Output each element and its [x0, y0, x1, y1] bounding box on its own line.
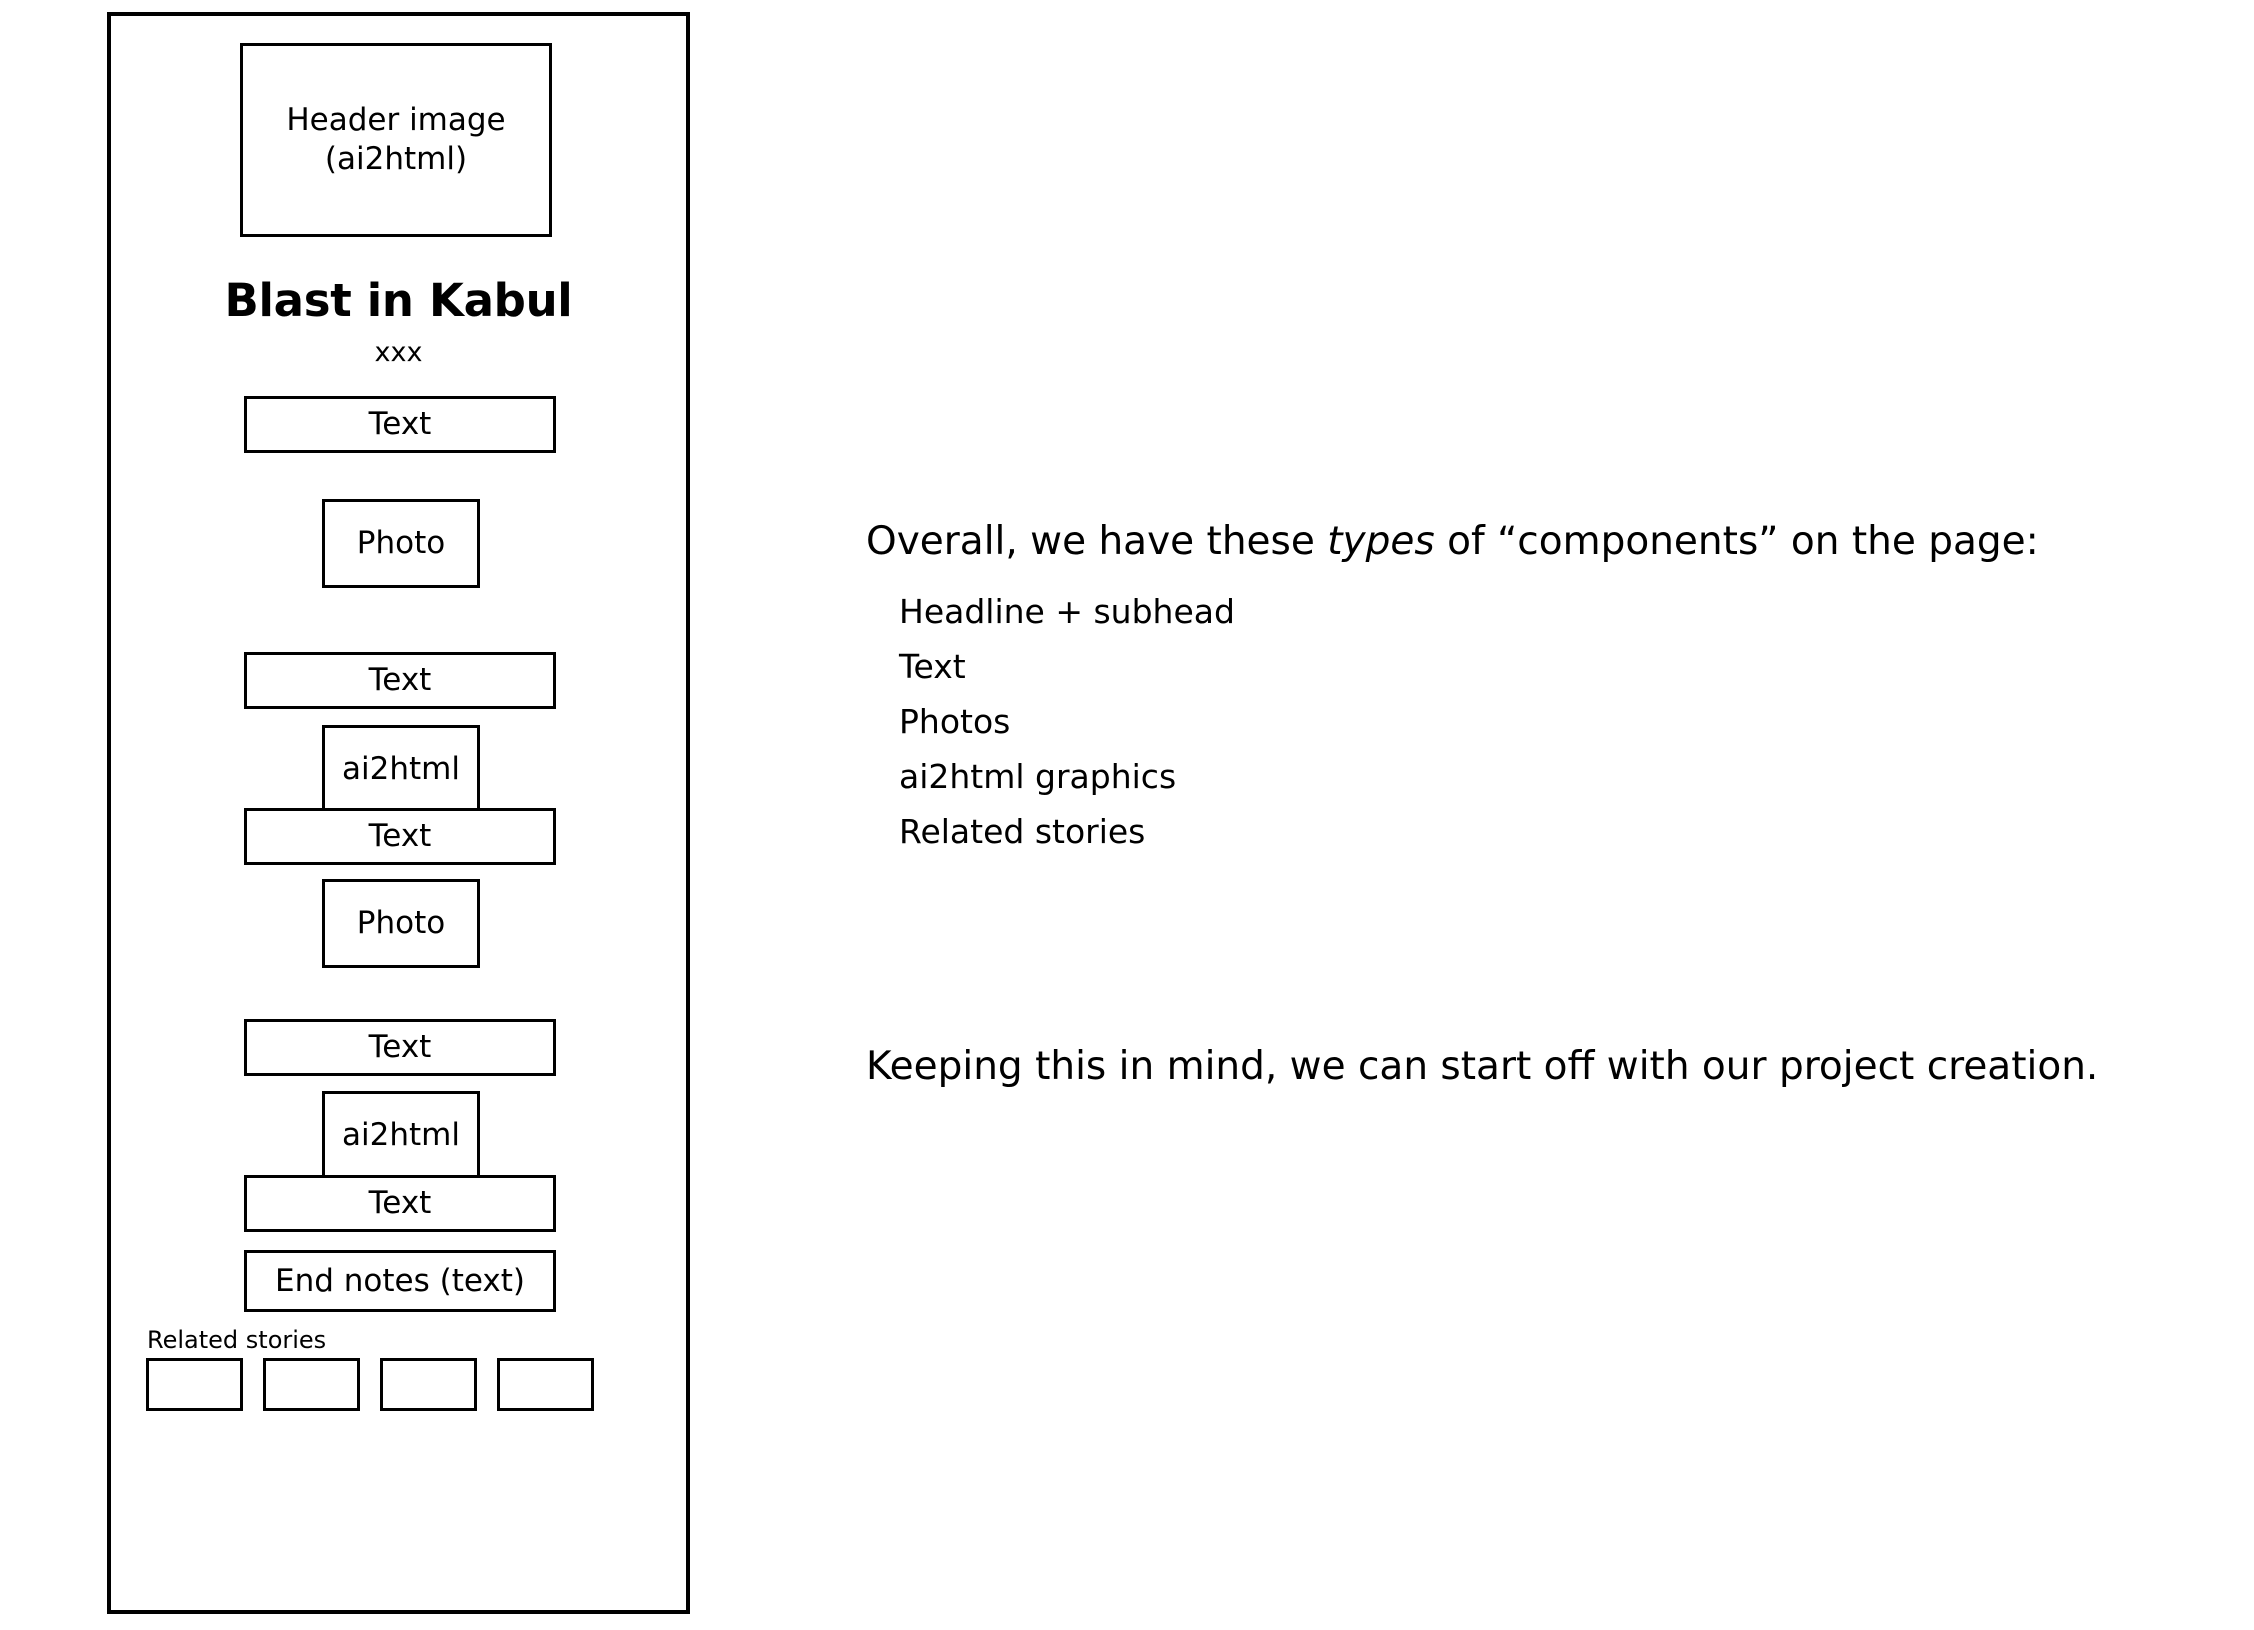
page-mockup-frame: Header image (ai2html) Blast in Kabul xx… [107, 12, 690, 1614]
notes-intro-part2: of “components” on the page: [1434, 519, 2039, 564]
text-block-placeholder: Text [244, 396, 556, 453]
notes-panel: Overall, we have these types of “compone… [866, 519, 2166, 870]
photo-placeholder: Photo [322, 499, 480, 588]
list-item: Headline + subhead [899, 591, 1235, 631]
text-block-placeholder: Text [244, 1019, 556, 1076]
ai2html-graphic-placeholder: ai2html [322, 1091, 480, 1180]
mockup-headline: Blast in Kabul [224, 274, 573, 327]
related-story-card [146, 1358, 243, 1411]
notes-intro: Overall, we have these types of “compone… [866, 519, 2166, 565]
related-stories-row [146, 1358, 594, 1411]
header-image-label-line2: (ai2html) [324, 141, 468, 177]
component-type-list: Headline + subhead Text Photos ai2html g… [866, 595, 2166, 848]
header-image-placeholder: Header image (ai2html) [240, 43, 552, 237]
mockup-subhead: xxx [374, 337, 423, 368]
related-story-card [497, 1358, 594, 1411]
text-block-placeholder: Text [244, 1175, 556, 1232]
list-item: Photos [899, 701, 1011, 741]
list-item: ai2html graphics [899, 756, 1177, 796]
list-item: Text [899, 646, 966, 686]
related-story-card [380, 1358, 477, 1411]
notes-closing: Keeping this in mind, we can start off w… [866, 1044, 2099, 1089]
header-image-label-line1: Header image [286, 102, 506, 139]
notes-intro-part1: Overall, we have these [866, 519, 1328, 564]
text-block-placeholder: Text [244, 652, 556, 709]
related-story-card [263, 1358, 360, 1411]
notes-intro-emphasis: types [1327, 519, 1435, 564]
ai2html-graphic-placeholder: ai2html [322, 725, 480, 814]
end-notes-placeholder: End notes (text) [244, 1250, 556, 1312]
photo-placeholder: Photo [322, 879, 480, 968]
list-item: Related stories [899, 811, 1146, 851]
text-block-placeholder: Text [244, 808, 556, 865]
related-stories-label: Related stories [147, 1326, 327, 1354]
